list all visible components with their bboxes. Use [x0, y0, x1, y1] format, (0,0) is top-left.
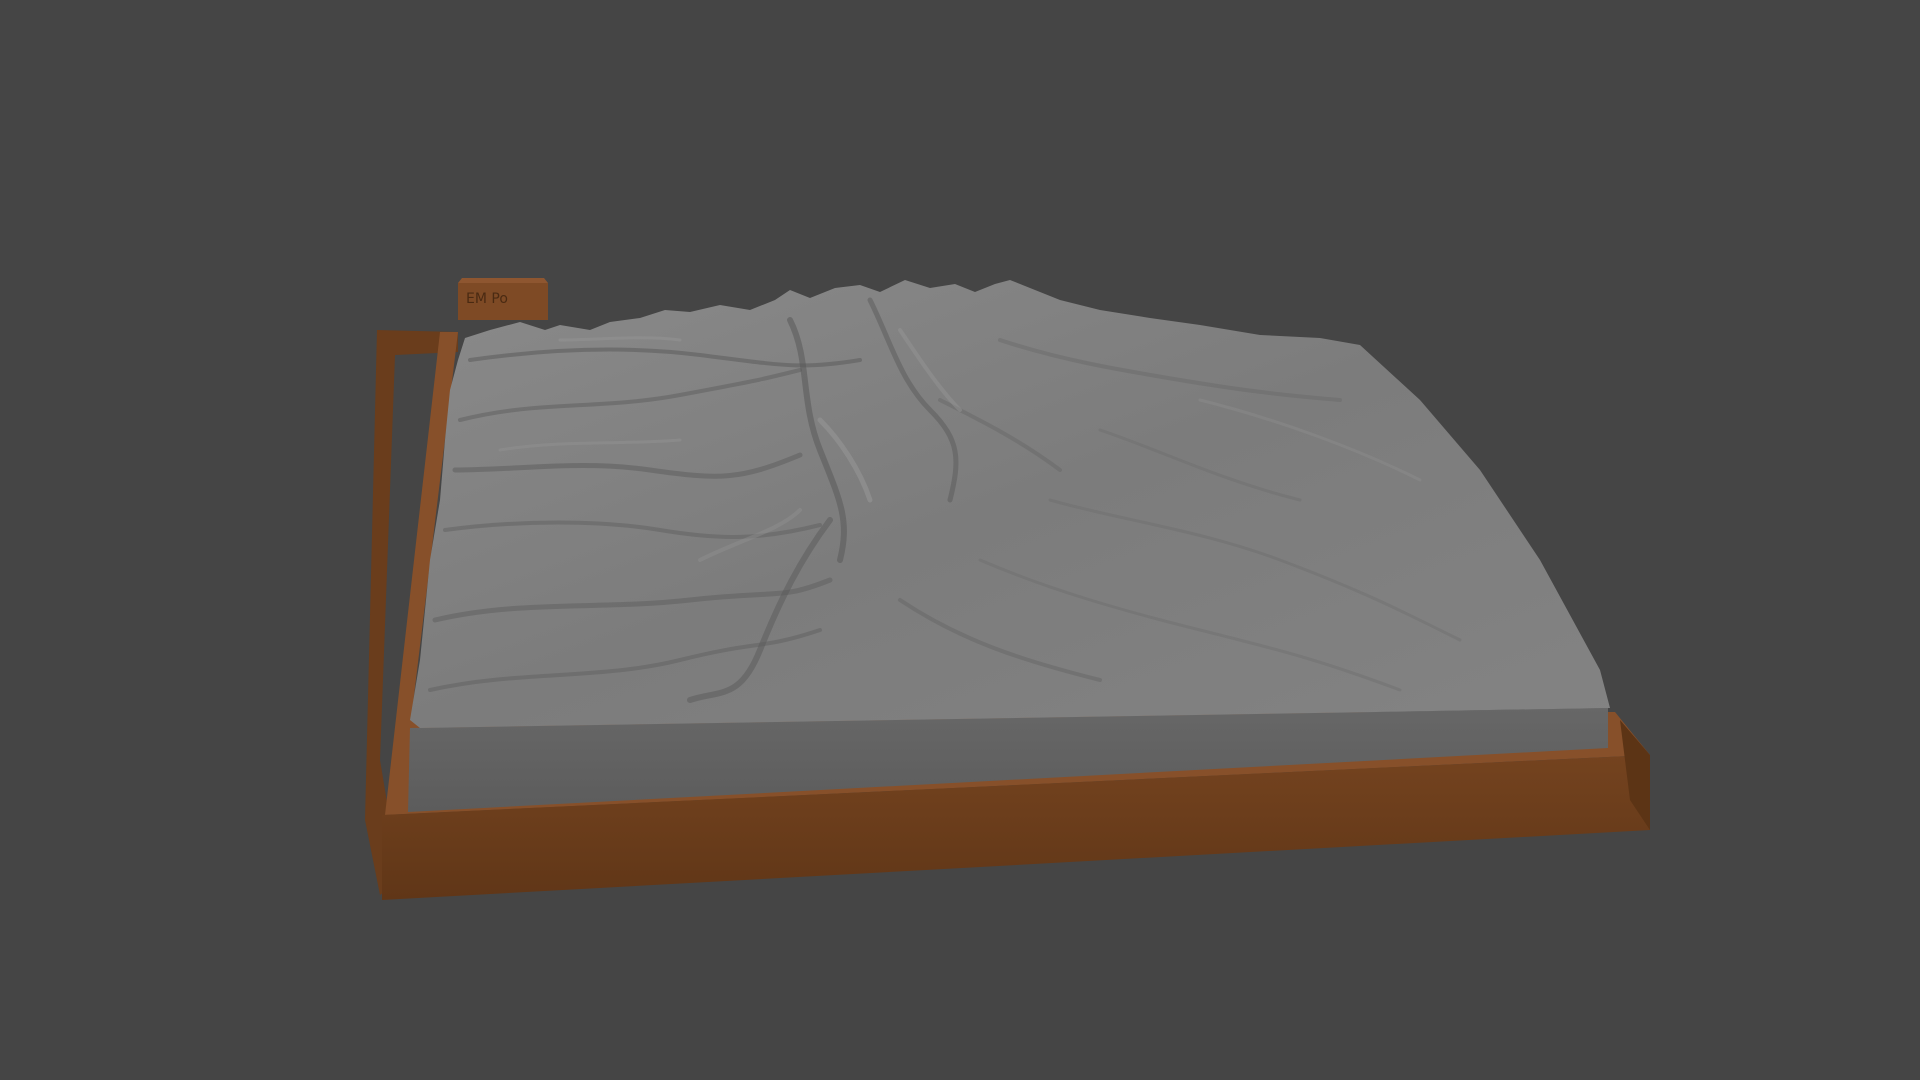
- terrain-model-render: EM Po: [365, 278, 1650, 900]
- terrain-surface: [410, 280, 1610, 728]
- label-tag-text: EM Po: [466, 291, 508, 307]
- 3d-viewport[interactable]: EM Po: [0, 0, 1920, 1080]
- label-tag-block: EM Po: [458, 278, 548, 320]
